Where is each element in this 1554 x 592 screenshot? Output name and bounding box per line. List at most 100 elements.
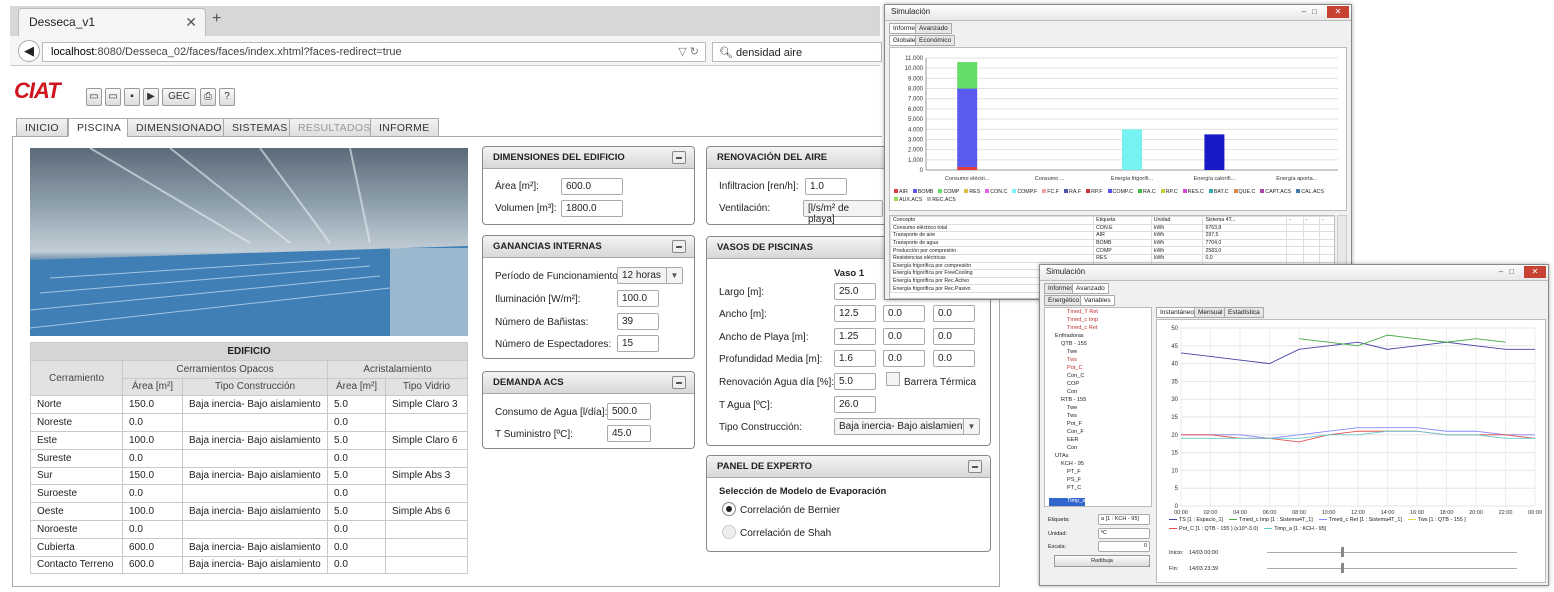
table-cell[interactable] <box>385 537 468 557</box>
table-cell[interactable]: 0.0 <box>122 413 183 432</box>
tree-item[interactable]: RTB - 155 <box>1049 397 1147 405</box>
table-cell[interactable]: 0.0 <box>327 519 386 539</box>
back-icon[interactable]: ◀ <box>18 40 40 62</box>
tree-item[interactable]: UTAs <box>1049 453 1147 461</box>
table-cell[interactable] <box>385 519 468 539</box>
tree-item[interactable]: Con_F <box>1049 429 1147 437</box>
help-button[interactable]: ? <box>219 88 235 106</box>
table-cell[interactable]: Sureste <box>30 448 123 468</box>
bar-segment-ra-c[interactable] <box>1204 134 1225 170</box>
table-cell[interactable]: Noreste <box>30 413 123 432</box>
tree-item[interactable]: Twe <box>1049 349 1147 357</box>
tab-economico[interactable]: Económico <box>915 35 956 46</box>
minimize-icon[interactable] <box>672 151 686 164</box>
table-cell[interactable]: Este <box>30 430 123 450</box>
bar-segment-air[interactable] <box>957 166 978 170</box>
minimize-icon[interactable] <box>672 376 686 389</box>
table-cell[interactable]: 100.0 <box>122 502 183 521</box>
table-cell[interactable]: 150.0 <box>122 466 183 486</box>
tree-item[interactable]: Tmed_c Ret <box>1049 325 1147 333</box>
table-cell[interactable]: Baja inercia- Bajo aislamiento <box>182 502 328 521</box>
tree-item[interactable]: PT_F <box>1049 469 1147 477</box>
table-cell[interactable]: 0.0 <box>122 519 183 539</box>
tree-item[interactable]: Tws <box>1049 357 1147 365</box>
periodo-select[interactable]: 12 horas ▼ <box>617 267 683 284</box>
save-icon[interactable]: ▪ <box>124 88 140 106</box>
tab-mensual[interactable]: Mensual <box>1194 307 1227 318</box>
playa-input-3[interactable]: 0.0 <box>933 328 975 345</box>
print-icon[interactable]: ⎙ <box>200 88 216 106</box>
table-cell[interactable]: 600.0 <box>122 555 183 575</box>
tree-item[interactable]: Taal_wf <box>1049 506 1147 507</box>
table-cell[interactable]: Oeste <box>30 502 123 521</box>
table-cell[interactable]: 5.0 <box>327 430 386 450</box>
browser-tab[interactable]: Desseca_v1 ✕ <box>18 8 206 36</box>
shah-radio[interactable] <box>722 525 736 539</box>
table-cell[interactable]: Baja inercia- Bajo aislamiento <box>182 537 328 557</box>
profundidad-input-2[interactable]: 0.0 <box>883 350 925 367</box>
ancho-input[interactable]: 12.5 <box>834 305 876 322</box>
tab-inicio[interactable]: INICIO <box>16 118 68 137</box>
inicio-slider[interactable] <box>1267 552 1517 553</box>
tab-avanzado[interactable]: Avanzado <box>915 23 952 34</box>
tree-item[interactable]: Tmed_c Imp <box>1049 317 1147 325</box>
minimize-icon[interactable] <box>672 240 686 253</box>
tree-item[interactable]: Pot_C <box>1049 365 1147 373</box>
minimize-icon[interactable] <box>968 460 982 473</box>
table-cell[interactable]: Simple Claro 6 <box>385 430 468 450</box>
tree-item[interactable]: EER <box>1049 437 1147 445</box>
table-cell[interactable]: 0.0 <box>122 448 183 468</box>
table-cell[interactable]: 0.0 <box>327 484 386 504</box>
banistas-input[interactable]: 39 <box>617 313 659 330</box>
tree-item[interactable]: Tmed_T Ret <box>1049 309 1147 317</box>
table-cell[interactable]: Simple Claro 3 <box>385 395 468 415</box>
table-cell[interactable]: 5.0 <box>327 395 386 415</box>
iluminacion-input[interactable]: 100.0 <box>617 290 659 307</box>
table-cell[interactable]: Contacto Terreno <box>30 555 123 575</box>
table-cell[interactable] <box>182 519 328 539</box>
table-cell[interactable]: 0.0 <box>327 537 386 557</box>
close-icon[interactable]: ✕ <box>1327 6 1349 18</box>
close-icon[interactable]: ✕ <box>1524 266 1546 278</box>
bar-segment-bomb[interactable] <box>957 88 978 167</box>
window-controls-icon[interactable]: –□ <box>1302 7 1323 16</box>
table-cell[interactable] <box>182 413 328 432</box>
tree-item[interactable]: Pot_F <box>1049 421 1147 429</box>
escala-input[interactable]: 0 <box>1098 541 1150 552</box>
tab-informe[interactable]: INFORME <box>370 118 439 137</box>
bar-segment-comp[interactable] <box>957 62 978 89</box>
ventilacion-select[interactable]: [l/s/m² de playa] <box>803 200 883 225</box>
table-cell[interactable] <box>182 448 328 468</box>
profundidad-input[interactable]: 1.6 <box>834 350 876 367</box>
table-cell[interactable]: Simple Abs 6 <box>385 502 468 521</box>
consumo-input[interactable]: 500.0 <box>607 403 651 420</box>
etiqueta-input[interactable]: a [1 : KCH - 95] <box>1098 514 1150 525</box>
tab-variables[interactable]: Variables <box>1080 295 1115 306</box>
tagua-input[interactable]: 26.0 <box>834 396 876 413</box>
redibuja-button[interactable]: Redibuja <box>1054 555 1150 567</box>
profundidad-input-3[interactable]: 0.0 <box>933 350 975 367</box>
infiltracion-input[interactable]: 1.0 <box>805 178 847 195</box>
open-file-icon[interactable]: ▭ <box>105 88 121 106</box>
playa-input-2[interactable]: 0.0 <box>883 328 925 345</box>
suministro-input[interactable]: 45.0 <box>607 425 651 442</box>
tab-estadistica[interactable]: Estadística <box>1224 307 1264 318</box>
unidad-input[interactable]: ºC <box>1098 528 1150 539</box>
window-controls-icon[interactable]: –□ <box>1499 267 1520 276</box>
table-cell[interactable]: 0.0 <box>327 555 386 575</box>
tab-instantaneo[interactable]: Instantáneo <box>1156 307 1198 318</box>
table-cell[interactable]: Norte <box>30 395 123 415</box>
open-folder-icon[interactable]: ▭ <box>86 88 102 106</box>
tab-avanzado-2[interactable]: Avanzado <box>1072 283 1109 294</box>
fin-slider-thumb[interactable] <box>1341 563 1344 573</box>
table-cell[interactable]: Simple Abs 3 <box>385 466 468 486</box>
tab-resultados[interactable]: RESULTADOS <box>289 118 380 137</box>
tree-item[interactable]: PS_F <box>1049 477 1147 485</box>
tree-item[interactable]: Con <box>1049 445 1147 453</box>
table-cell[interactable]: Baja inercia- Bajo aislamiento <box>182 466 328 486</box>
table-cell[interactable]: Sur <box>30 466 123 486</box>
table-cell[interactable]: 100.0 <box>122 430 183 450</box>
tree-item[interactable]: Timp_a <box>1049 498 1086 506</box>
gec-button[interactable]: GEC <box>162 88 196 106</box>
tree-item[interactable]: Con <box>1049 389 1147 397</box>
